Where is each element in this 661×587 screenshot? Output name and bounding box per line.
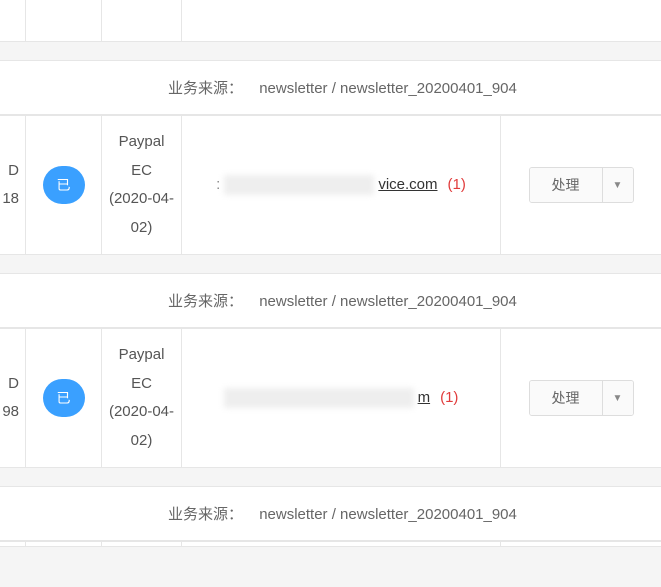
source-row: 业务来源： newsletter / newsletter_20200401_9… [0, 60, 661, 115]
source-value: newsletter / newsletter_20200401_904 [259, 80, 517, 97]
cell [0, 0, 26, 41]
source-row: 业务来源： newsletter / newsletter_20200401_9… [0, 486, 661, 541]
source-label: 业务来源： [168, 506, 243, 523]
id-cell: D 18 [0, 116, 26, 254]
action-button-group: 处理 ▼ [529, 380, 634, 416]
gateway-cell: Paypal EC (2020-04-02) [102, 329, 182, 467]
gateway-date: (2020-04-02) [108, 185, 175, 242]
status-cell: 已 [26, 116, 102, 254]
email-cell: : vice.com (1) [182, 116, 501, 254]
email-cell: m (1) [182, 329, 501, 467]
email-count: (1) [440, 384, 458, 413]
redacted: : [216, 171, 220, 200]
cell [0, 542, 26, 546]
process-button[interactable]: 处理 [530, 168, 603, 202]
status-badge: 已 [43, 379, 85, 418]
id-frag: D [8, 157, 19, 186]
gateway-name: Paypal EC [108, 128, 175, 185]
status-cell: 已 [26, 329, 102, 467]
gateway-date: (2020-04-02) [108, 398, 175, 455]
action-cell: 处理 ▼ [501, 116, 661, 254]
source-label: 业务来源： [168, 293, 243, 310]
cell [102, 542, 182, 546]
redacted-strip [224, 175, 374, 195]
gateway-name: Paypal EC [108, 341, 175, 398]
source-row: 业务来源： newsletter / newsletter_20200401_9… [0, 273, 661, 328]
caret-down-icon: ▼ [613, 180, 623, 191]
source-value: newsletter / newsletter_20200401_904 [259, 506, 517, 523]
id-frag: D [8, 370, 19, 399]
email-count: (1) [448, 171, 466, 200]
table-row: D 18 已 Paypal EC (2020-04-02) : vice.com… [0, 115, 661, 255]
cell [102, 0, 182, 41]
action-dropdown-button[interactable]: ▼ [603, 381, 633, 415]
id-cell: D 98 [0, 329, 26, 467]
id-frag: 98 [2, 398, 19, 427]
action-cell: 处理 ▼ [501, 329, 661, 467]
email-link[interactable]: m [418, 384, 431, 413]
cell [501, 542, 661, 546]
spacer [0, 42, 661, 60]
action-button-group: 处理 ▼ [529, 167, 634, 203]
cell [182, 0, 661, 41]
table-row: D 98 已 Paypal EC (2020-04-02) m (1) 处理 ▼ [0, 328, 661, 468]
redacted-strip [224, 388, 414, 408]
caret-down-icon: ▼ [613, 393, 623, 404]
process-button[interactable]: 处理 [530, 381, 603, 415]
gateway-cell: Paypal EC (2020-04-02) [102, 116, 182, 254]
table-row-stub [0, 541, 661, 547]
email-link[interactable]: vice.com [378, 171, 437, 200]
spacer [0, 255, 661, 273]
status-badge: 已 [43, 166, 85, 205]
table-row-stub [0, 0, 661, 42]
id-frag: 18 [2, 185, 19, 214]
source-label: 业务来源： [168, 80, 243, 97]
cell [26, 542, 102, 546]
spacer [0, 468, 661, 486]
action-dropdown-button[interactable]: ▼ [603, 168, 633, 202]
cell [182, 542, 501, 546]
cell [26, 0, 102, 41]
source-value: newsletter / newsletter_20200401_904 [259, 293, 517, 310]
